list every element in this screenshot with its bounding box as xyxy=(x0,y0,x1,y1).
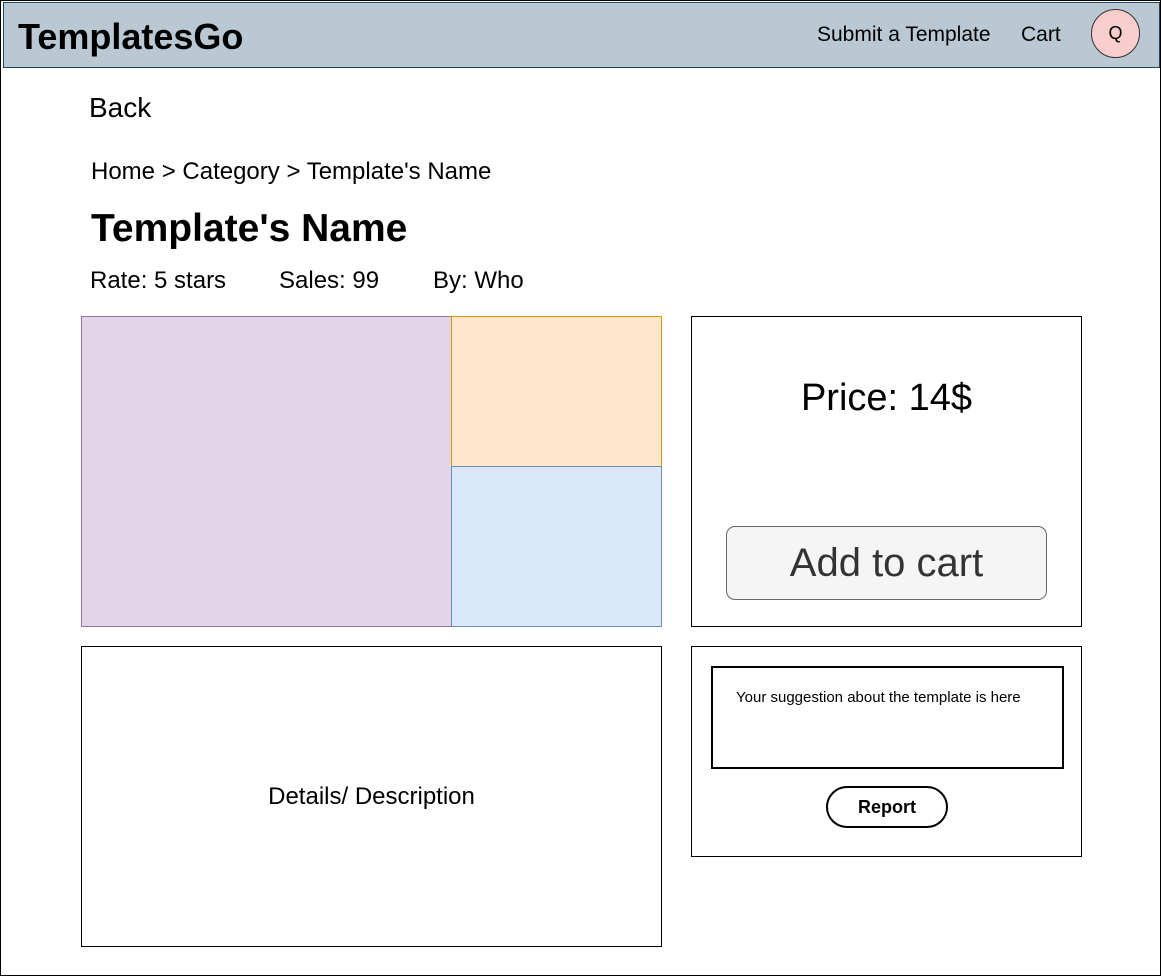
breadcrumb-separator: > xyxy=(286,158,301,185)
add-to-cart-button[interactable]: Add to cart xyxy=(726,526,1047,600)
report-panel: Report xyxy=(691,646,1082,857)
suggestion-input[interactable] xyxy=(711,666,1064,769)
page-frame: TemplatesGo Submit a Template Cart Q Bac… xyxy=(0,0,1161,976)
breadcrumb: Home > Category > Template's Name xyxy=(91,158,491,186)
site-logo[interactable]: TemplatesGo xyxy=(18,16,243,58)
top-navbar: TemplatesGo Submit a Template Cart Q xyxy=(3,2,1160,68)
report-button[interactable]: Report xyxy=(826,786,948,828)
page-title: Template's Name xyxy=(91,207,408,250)
purchase-panel: Price: 14$ Add to cart xyxy=(691,316,1082,627)
breadcrumb-current: Template's Name xyxy=(306,158,492,185)
preview-image-thumb-1[interactable] xyxy=(451,316,662,467)
submit-template-link[interactable]: Submit a Template xyxy=(817,23,991,47)
details-text: Details/ Description xyxy=(268,782,475,810)
preview-image-thumb-2[interactable] xyxy=(451,466,662,627)
back-link[interactable]: Back xyxy=(89,92,151,124)
cart-link[interactable]: Cart xyxy=(1021,23,1061,47)
preview-image-main[interactable] xyxy=(81,316,452,627)
template-author: By: Who xyxy=(433,267,524,294)
breadcrumb-category[interactable]: Category xyxy=(182,158,279,185)
details-panel: Details/ Description xyxy=(81,646,662,947)
user-avatar[interactable]: Q xyxy=(1091,9,1140,58)
template-sales: Sales: 99 xyxy=(279,267,380,294)
breadcrumb-home[interactable]: Home xyxy=(91,158,155,185)
template-rating: Rate: 5 stars xyxy=(90,267,227,294)
breadcrumb-separator: > xyxy=(161,158,176,185)
price-label: Price: 14$ xyxy=(800,377,973,419)
